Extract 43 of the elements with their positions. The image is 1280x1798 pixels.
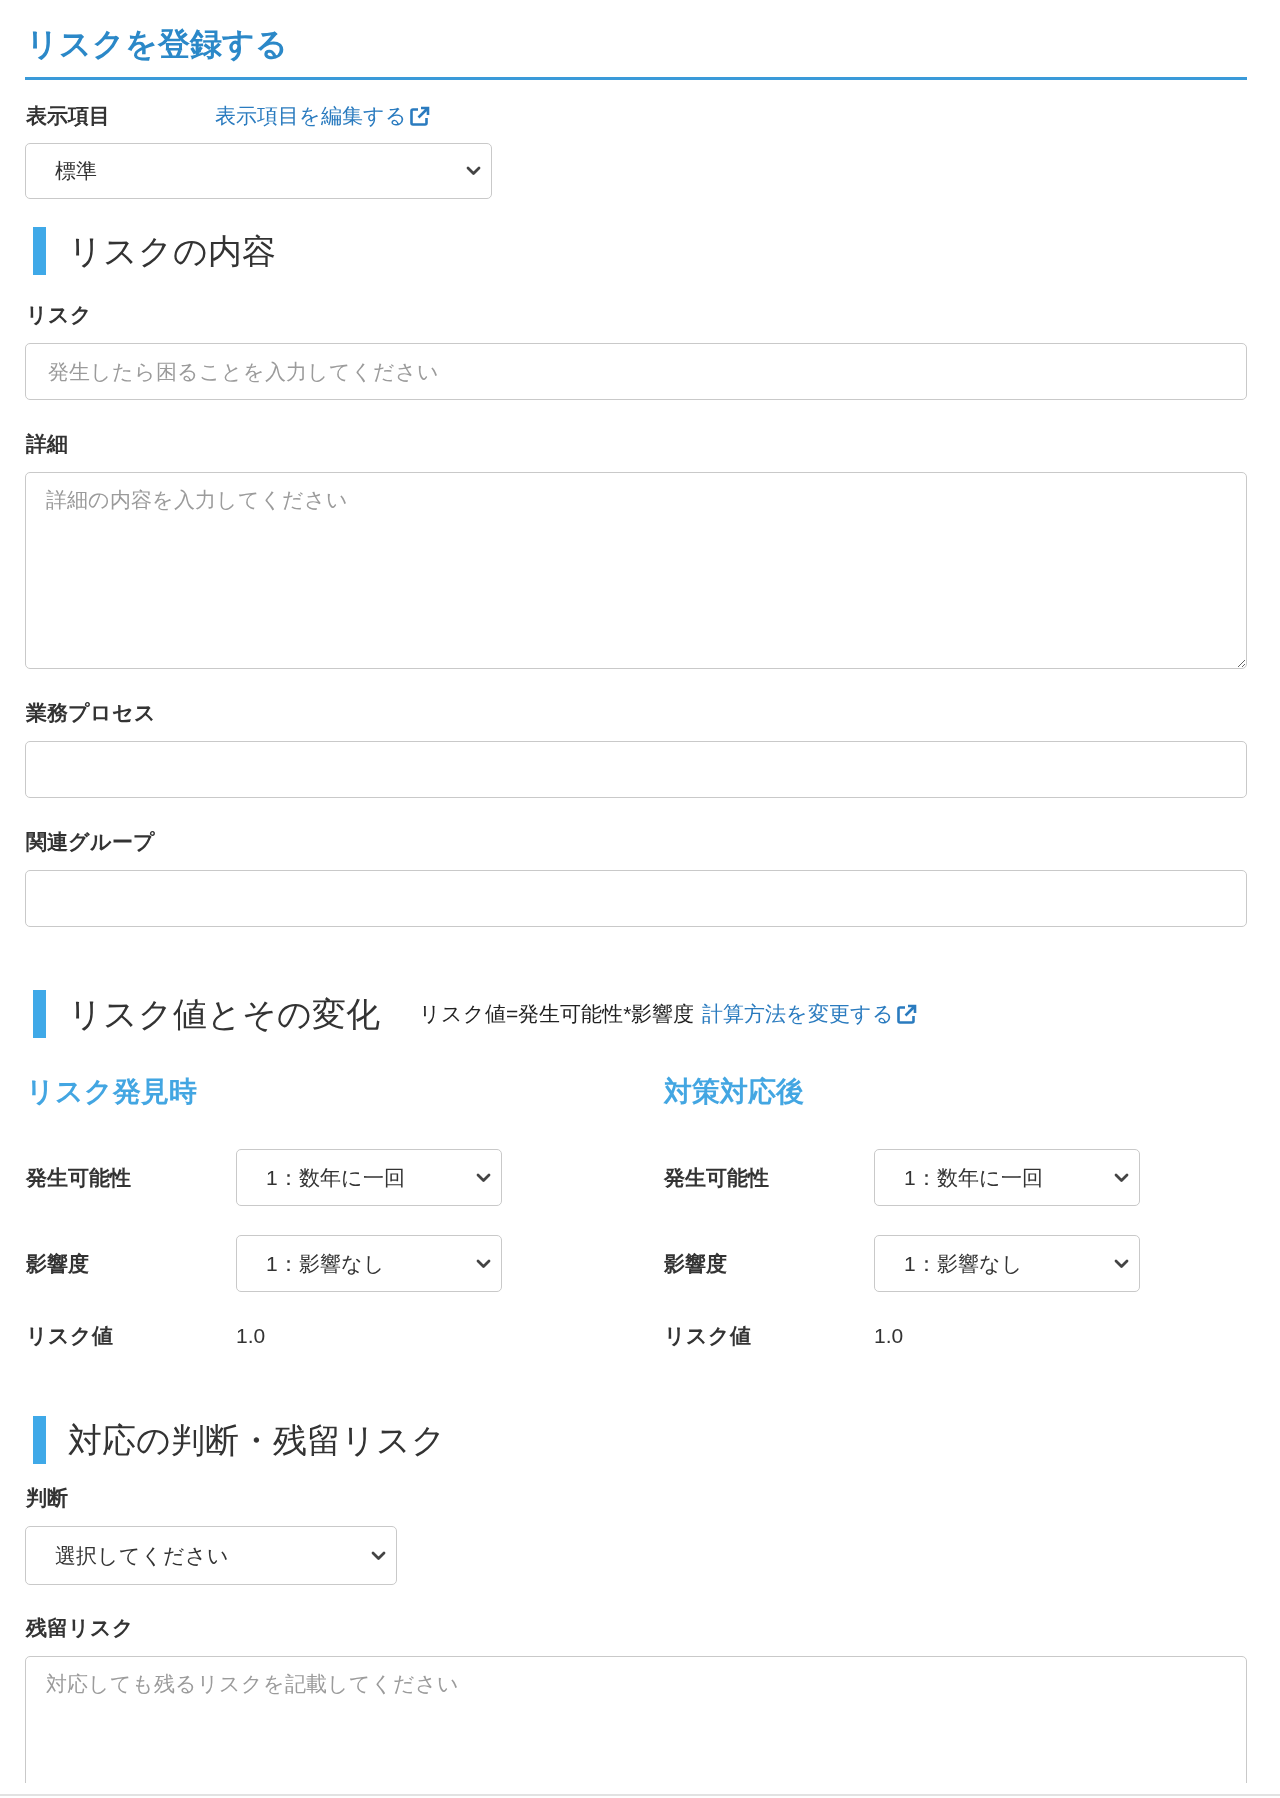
field-label: 判断	[25, 1485, 68, 1511]
text-input[interactable]	[25, 870, 1247, 927]
field-label: 残留リスク	[25, 1615, 134, 1641]
textarea-field[interactable]: 詳細の内容を入力してください	[25, 472, 1247, 669]
risk-value-text: 1.0	[236, 1323, 266, 1349]
text-input[interactable]	[25, 741, 1247, 798]
dropdown-select[interactable]: 1：影響なし	[874, 1235, 1140, 1292]
field-label: 関連グループ	[25, 829, 155, 855]
formula-text: リスク値=発生可能性*影響度	[419, 1001, 695, 1027]
field-label: 業務プロセス	[25, 700, 156, 726]
external-link-icon	[896, 1003, 918, 1025]
column-title: リスク発見時	[25, 1075, 197, 1109]
field-label: リスク値	[26, 1324, 113, 1347]
column-title: 対策対応後	[663, 1075, 804, 1109]
dropdown-select[interactable]: 1：数年に一回	[236, 1149, 502, 1206]
dropdown-select[interactable]: 標準	[25, 143, 492, 199]
chevron-down-icon	[466, 166, 481, 176]
dropdown-select[interactable]: 選択してください	[25, 1526, 397, 1585]
chevron-down-icon	[1114, 1172, 1129, 1183]
page-title: リスクを登録する	[25, 24, 288, 65]
field-label: 発生可能性	[26, 1165, 131, 1189]
textarea-field[interactable]: 対応しても残るリスクを記載してください	[25, 1656, 1247, 1783]
chevron-down-icon	[476, 1172, 491, 1183]
chevron-down-icon	[371, 1550, 386, 1561]
field-label: リスク値	[664, 1324, 751, 1347]
risk-value-text: 1.0	[874, 1323, 904, 1349]
section-heading: 対応の判断・残留リスク	[33, 1416, 450, 1464]
section-heading: リスクの内容	[33, 227, 280, 275]
field-label: リスク	[25, 302, 92, 328]
field-label: 発生可能性	[664, 1165, 769, 1189]
chevron-down-icon	[476, 1258, 491, 1269]
section-heading: リスク値とその変化	[33, 990, 384, 1038]
change-calculation-link[interactable]: 計算方法を変更する	[702, 999, 918, 1029]
dropdown-select[interactable]: 1：影響なし	[236, 1235, 502, 1292]
edit-display-items-link[interactable]: 表示項目を編集する	[215, 101, 430, 131]
external-link-icon	[409, 105, 430, 127]
field-label: 表示項目	[25, 103, 111, 129]
text-input[interactable]: 発生したら困ることを入力してください	[25, 343, 1247, 400]
field-label: 詳細	[25, 431, 68, 457]
chevron-down-icon	[1114, 1258, 1129, 1269]
field-label: 影響度	[26, 1251, 89, 1275]
dropdown-select[interactable]: 1：数年に一回	[874, 1149, 1140, 1206]
field-label: 影響度	[664, 1251, 727, 1275]
